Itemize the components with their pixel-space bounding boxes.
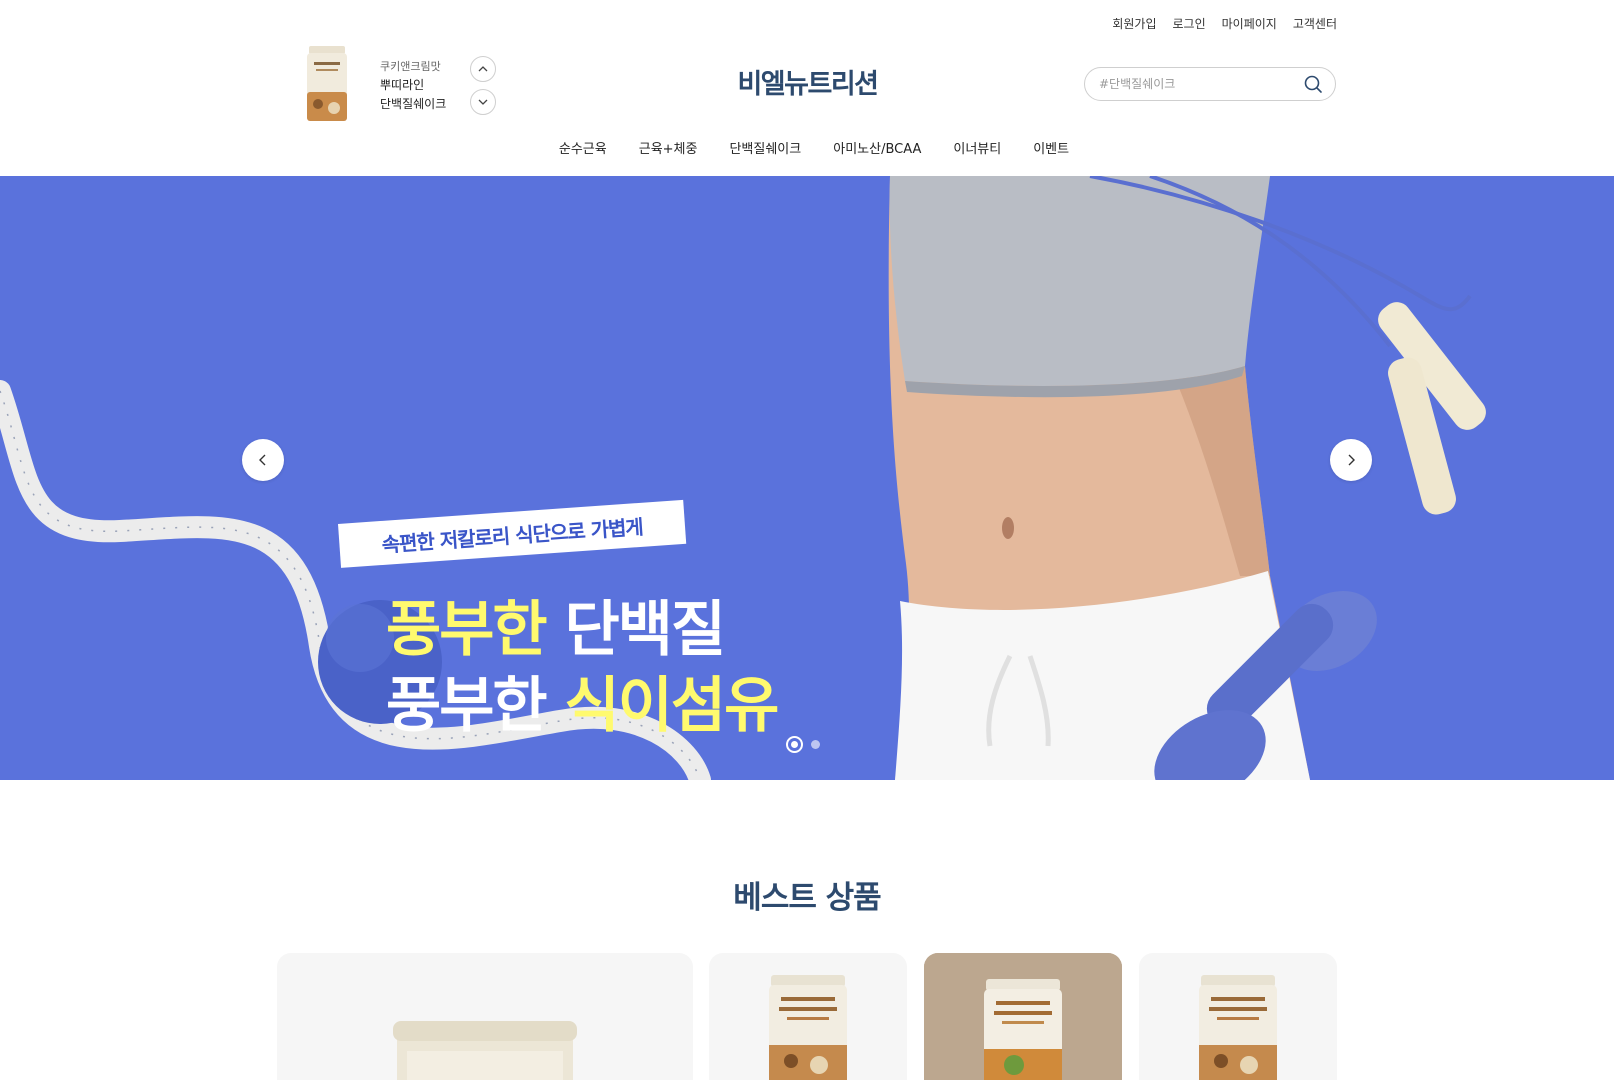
nav-item-amino-bcaa[interactable]: 아미노산/BCAA: [833, 138, 921, 157]
main-nav: 순수근육 근육+체중 단백질쉐이크 아미노산/BCAA 이너뷰티 이벤트: [0, 138, 1614, 157]
ticker-name-line1: 뿌띠라인: [380, 78, 425, 92]
chevron-left-icon: [259, 454, 266, 466]
utility-nav: 회원가입 로그인 마이페이지 고객센터: [1112, 15, 1337, 32]
ticker-text[interactable]: 쿠키앤크림맛 뿌띠라인 단백질쉐이크: [380, 57, 446, 114]
product-card[interactable]: [1139, 953, 1337, 1080]
next-slide-button[interactable]: [1330, 439, 1372, 481]
chevron-down-icon: [478, 99, 488, 105]
product-image: [1199, 975, 1277, 1080]
ticker-up-button[interactable]: [470, 56, 496, 82]
search-input[interactable]: [1099, 77, 1301, 91]
hero-line2-yellow: 식이섬유: [564, 671, 780, 741]
mypage-link[interactable]: 마이페이지: [1222, 15, 1277, 32]
hero-line1-yellow: 풍부한: [386, 595, 548, 665]
ticker-down-button[interactable]: [470, 89, 496, 115]
best-products-title: 베스트 상품: [733, 880, 881, 916]
product-card[interactable]: [709, 953, 907, 1080]
customer-center-link[interactable]: 고객센터: [1293, 15, 1337, 32]
slide-dot-1[interactable]: [786, 736, 803, 753]
join-link[interactable]: 회원가입: [1112, 15, 1156, 32]
chevron-right-icon: [1348, 454, 1355, 466]
hero-headline-line1: 풍부한 단백질: [386, 592, 777, 668]
hero-banner: 속편한 저칼로리 식단으로 가볍게 풍부한 단백질 풍부한 식이섬유: [0, 176, 1614, 780]
search-button[interactable]: [1301, 72, 1325, 96]
product-image: [393, 1021, 577, 1080]
search-icon: [1304, 75, 1322, 93]
product-image: [924, 953, 1122, 1080]
hero-headline-line2: 풍부한 식이섬유: [386, 668, 780, 744]
prev-slide-button[interactable]: [242, 439, 284, 481]
nav-item-pure-muscle[interactable]: 순수근육: [559, 138, 607, 157]
ticker-name-line2: 단백질쉐이크: [380, 97, 447, 111]
chevron-up-icon: [478, 66, 488, 72]
search-box: [1084, 67, 1336, 101]
product-card[interactable]: [277, 953, 693, 1080]
product-image: [769, 975, 847, 1080]
product-thumbnail[interactable]: [306, 44, 348, 124]
hero-headline: 풍부한 단백질 풍부한 식이섬유: [386, 592, 780, 744]
nav-item-event[interactable]: 이벤트: [1033, 138, 1069, 157]
product-card[interactable]: [924, 953, 1122, 1080]
product-ticker: 쿠키앤크림맛 뿌띠라인 단백질쉐이크: [302, 40, 502, 126]
hero-line1-white: 단백질: [545, 595, 726, 665]
best-products-list: [277, 953, 1337, 1080]
hero-illustration: [0, 176, 1486, 780]
nav-item-muscle-weight[interactable]: 근육+체중: [639, 138, 698, 157]
nav-item-protein-shake[interactable]: 단백질쉐이크: [729, 138, 801, 157]
slide-pagination: [786, 736, 820, 753]
nav-item-inner-beauty[interactable]: 이너뷰티: [953, 138, 1001, 157]
ticker-flavor: 쿠키앤크림맛: [380, 60, 441, 73]
slide-dot-2[interactable]: [811, 740, 820, 749]
brand-logo[interactable]: 비엘뉴트리션: [720, 62, 895, 101]
login-link[interactable]: 로그인: [1173, 15, 1206, 32]
hero-line2-white: 풍부한: [386, 671, 565, 741]
